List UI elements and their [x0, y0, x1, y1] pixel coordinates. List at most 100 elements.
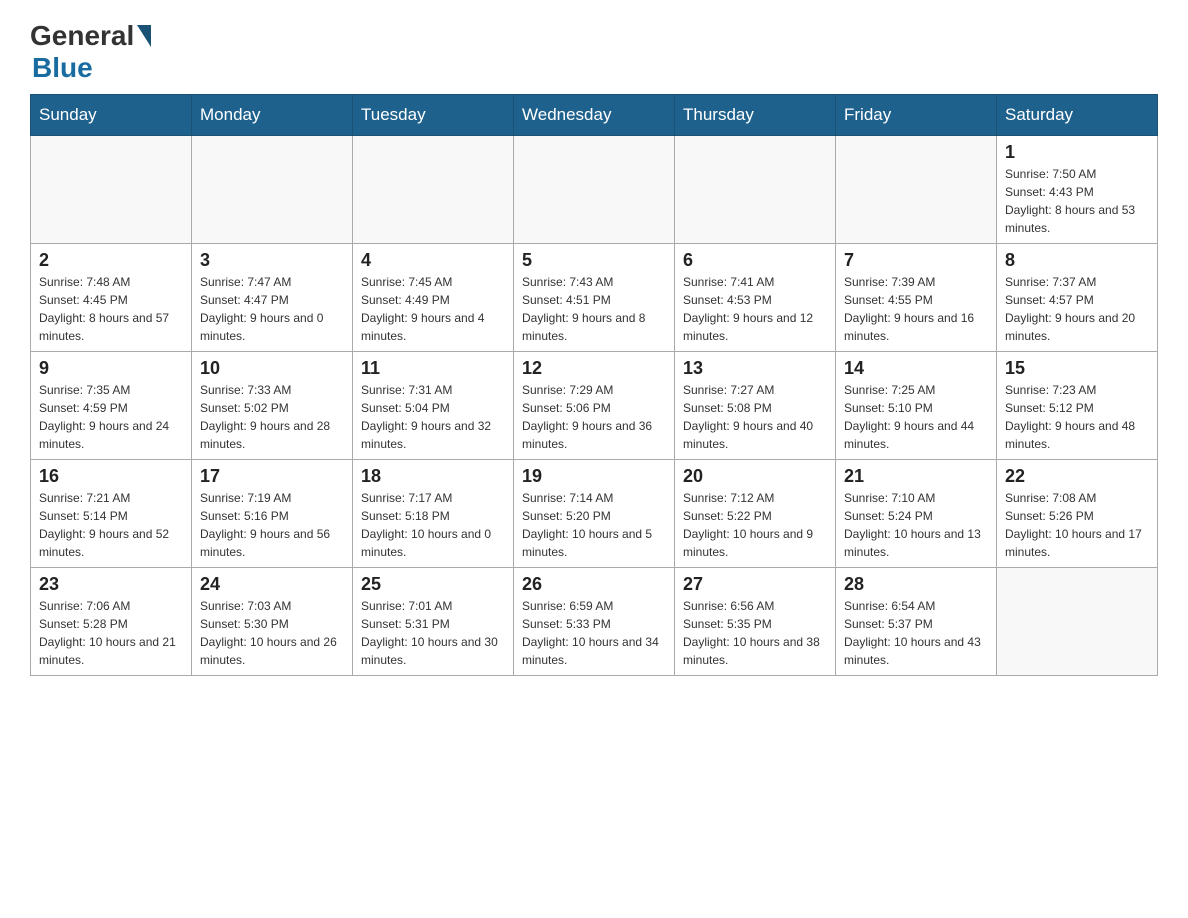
- day-number: 26: [522, 574, 666, 595]
- calendar-week-row: 1Sunrise: 7:50 AM Sunset: 4:43 PM Daylig…: [31, 136, 1158, 244]
- calendar-cell: [353, 136, 514, 244]
- calendar-cell: 24Sunrise: 7:03 AM Sunset: 5:30 PM Dayli…: [192, 568, 353, 676]
- calendar-cell: [514, 136, 675, 244]
- logo-triangle-icon: [137, 25, 151, 47]
- day-number: 25: [361, 574, 505, 595]
- calendar-cell: [675, 136, 836, 244]
- calendar-cell: 27Sunrise: 6:56 AM Sunset: 5:35 PM Dayli…: [675, 568, 836, 676]
- day-number: 7: [844, 250, 988, 271]
- calendar-cell: 23Sunrise: 7:06 AM Sunset: 5:28 PM Dayli…: [31, 568, 192, 676]
- day-number: 28: [844, 574, 988, 595]
- calendar-week-row: 2Sunrise: 7:48 AM Sunset: 4:45 PM Daylig…: [31, 244, 1158, 352]
- day-number: 11: [361, 358, 505, 379]
- calendar-table: SundayMondayTuesdayWednesdayThursdayFrid…: [30, 94, 1158, 676]
- calendar-cell: 21Sunrise: 7:10 AM Sunset: 5:24 PM Dayli…: [836, 460, 997, 568]
- calendar-header-row: SundayMondayTuesdayWednesdayThursdayFrid…: [31, 95, 1158, 136]
- day-info: Sunrise: 7:25 AM Sunset: 5:10 PM Dayligh…: [844, 381, 988, 453]
- logo-general-part: General: [30, 20, 134, 52]
- calendar-cell: 18Sunrise: 7:17 AM Sunset: 5:18 PM Dayli…: [353, 460, 514, 568]
- day-number: 2: [39, 250, 183, 271]
- day-number: 5: [522, 250, 666, 271]
- calendar-cell: [192, 136, 353, 244]
- day-info: Sunrise: 7:01 AM Sunset: 5:31 PM Dayligh…: [361, 597, 505, 669]
- calendar-cell: 7Sunrise: 7:39 AM Sunset: 4:55 PM Daylig…: [836, 244, 997, 352]
- calendar-cell: 6Sunrise: 7:41 AM Sunset: 4:53 PM Daylig…: [675, 244, 836, 352]
- day-info: Sunrise: 7:03 AM Sunset: 5:30 PM Dayligh…: [200, 597, 344, 669]
- calendar-cell: 3Sunrise: 7:47 AM Sunset: 4:47 PM Daylig…: [192, 244, 353, 352]
- calendar-cell: 2Sunrise: 7:48 AM Sunset: 4:45 PM Daylig…: [31, 244, 192, 352]
- day-info: Sunrise: 7:10 AM Sunset: 5:24 PM Dayligh…: [844, 489, 988, 561]
- day-number: 6: [683, 250, 827, 271]
- day-number: 17: [200, 466, 344, 487]
- day-info: Sunrise: 6:59 AM Sunset: 5:33 PM Dayligh…: [522, 597, 666, 669]
- col-header-friday: Friday: [836, 95, 997, 136]
- calendar-cell: 12Sunrise: 7:29 AM Sunset: 5:06 PM Dayli…: [514, 352, 675, 460]
- calendar-week-row: 9Sunrise: 7:35 AM Sunset: 4:59 PM Daylig…: [31, 352, 1158, 460]
- day-info: Sunrise: 6:54 AM Sunset: 5:37 PM Dayligh…: [844, 597, 988, 669]
- day-info: Sunrise: 7:45 AM Sunset: 4:49 PM Dayligh…: [361, 273, 505, 345]
- day-info: Sunrise: 7:37 AM Sunset: 4:57 PM Dayligh…: [1005, 273, 1149, 345]
- day-number: 12: [522, 358, 666, 379]
- day-number: 10: [200, 358, 344, 379]
- day-number: 20: [683, 466, 827, 487]
- calendar-cell: 4Sunrise: 7:45 AM Sunset: 4:49 PM Daylig…: [353, 244, 514, 352]
- day-number: 15: [1005, 358, 1149, 379]
- day-info: Sunrise: 7:50 AM Sunset: 4:43 PM Dayligh…: [1005, 165, 1149, 237]
- day-number: 18: [361, 466, 505, 487]
- day-info: Sunrise: 7:06 AM Sunset: 5:28 PM Dayligh…: [39, 597, 183, 669]
- calendar-cell: 28Sunrise: 6:54 AM Sunset: 5:37 PM Dayli…: [836, 568, 997, 676]
- day-number: 22: [1005, 466, 1149, 487]
- day-number: 23: [39, 574, 183, 595]
- col-header-wednesday: Wednesday: [514, 95, 675, 136]
- col-header-monday: Monday: [192, 95, 353, 136]
- day-number: 27: [683, 574, 827, 595]
- day-number: 8: [1005, 250, 1149, 271]
- day-info: Sunrise: 7:27 AM Sunset: 5:08 PM Dayligh…: [683, 381, 827, 453]
- day-info: Sunrise: 7:47 AM Sunset: 4:47 PM Dayligh…: [200, 273, 344, 345]
- calendar-cell: 22Sunrise: 7:08 AM Sunset: 5:26 PM Dayli…: [997, 460, 1158, 568]
- day-info: Sunrise: 7:41 AM Sunset: 4:53 PM Dayligh…: [683, 273, 827, 345]
- calendar-cell: 15Sunrise: 7:23 AM Sunset: 5:12 PM Dayli…: [997, 352, 1158, 460]
- calendar-cell: [997, 568, 1158, 676]
- calendar-cell: 16Sunrise: 7:21 AM Sunset: 5:14 PM Dayli…: [31, 460, 192, 568]
- col-header-sunday: Sunday: [31, 95, 192, 136]
- day-number: 24: [200, 574, 344, 595]
- calendar-cell: 11Sunrise: 7:31 AM Sunset: 5:04 PM Dayli…: [353, 352, 514, 460]
- page-header: General Blue: [30, 20, 1158, 84]
- calendar-cell: 8Sunrise: 7:37 AM Sunset: 4:57 PM Daylig…: [997, 244, 1158, 352]
- day-info: Sunrise: 7:29 AM Sunset: 5:06 PM Dayligh…: [522, 381, 666, 453]
- logo: General Blue: [30, 20, 151, 84]
- day-info: Sunrise: 7:39 AM Sunset: 4:55 PM Dayligh…: [844, 273, 988, 345]
- calendar-cell: 5Sunrise: 7:43 AM Sunset: 4:51 PM Daylig…: [514, 244, 675, 352]
- day-info: Sunrise: 6:56 AM Sunset: 5:35 PM Dayligh…: [683, 597, 827, 669]
- day-number: 14: [844, 358, 988, 379]
- day-number: 3: [200, 250, 344, 271]
- day-info: Sunrise: 7:23 AM Sunset: 5:12 PM Dayligh…: [1005, 381, 1149, 453]
- day-number: 9: [39, 358, 183, 379]
- day-info: Sunrise: 7:21 AM Sunset: 5:14 PM Dayligh…: [39, 489, 183, 561]
- day-info: Sunrise: 7:43 AM Sunset: 4:51 PM Dayligh…: [522, 273, 666, 345]
- day-info: Sunrise: 7:33 AM Sunset: 5:02 PM Dayligh…: [200, 381, 344, 453]
- day-info: Sunrise: 7:31 AM Sunset: 5:04 PM Dayligh…: [361, 381, 505, 453]
- calendar-cell: 25Sunrise: 7:01 AM Sunset: 5:31 PM Dayli…: [353, 568, 514, 676]
- calendar-cell: 26Sunrise: 6:59 AM Sunset: 5:33 PM Dayli…: [514, 568, 675, 676]
- day-info: Sunrise: 7:12 AM Sunset: 5:22 PM Dayligh…: [683, 489, 827, 561]
- calendar-cell: 9Sunrise: 7:35 AM Sunset: 4:59 PM Daylig…: [31, 352, 192, 460]
- calendar-cell: [836, 136, 997, 244]
- day-number: 4: [361, 250, 505, 271]
- day-info: Sunrise: 7:48 AM Sunset: 4:45 PM Dayligh…: [39, 273, 183, 345]
- day-info: Sunrise: 7:17 AM Sunset: 5:18 PM Dayligh…: [361, 489, 505, 561]
- day-info: Sunrise: 7:14 AM Sunset: 5:20 PM Dayligh…: [522, 489, 666, 561]
- calendar-cell: 10Sunrise: 7:33 AM Sunset: 5:02 PM Dayli…: [192, 352, 353, 460]
- col-header-saturday: Saturday: [997, 95, 1158, 136]
- calendar-cell: 20Sunrise: 7:12 AM Sunset: 5:22 PM Dayli…: [675, 460, 836, 568]
- calendar-cell: 17Sunrise: 7:19 AM Sunset: 5:16 PM Dayli…: [192, 460, 353, 568]
- day-info: Sunrise: 7:19 AM Sunset: 5:16 PM Dayligh…: [200, 489, 344, 561]
- day-number: 1: [1005, 142, 1149, 163]
- day-number: 21: [844, 466, 988, 487]
- calendar-cell: 13Sunrise: 7:27 AM Sunset: 5:08 PM Dayli…: [675, 352, 836, 460]
- day-number: 13: [683, 358, 827, 379]
- calendar-week-row: 16Sunrise: 7:21 AM Sunset: 5:14 PM Dayli…: [31, 460, 1158, 568]
- calendar-cell: 1Sunrise: 7:50 AM Sunset: 4:43 PM Daylig…: [997, 136, 1158, 244]
- calendar-cell: [31, 136, 192, 244]
